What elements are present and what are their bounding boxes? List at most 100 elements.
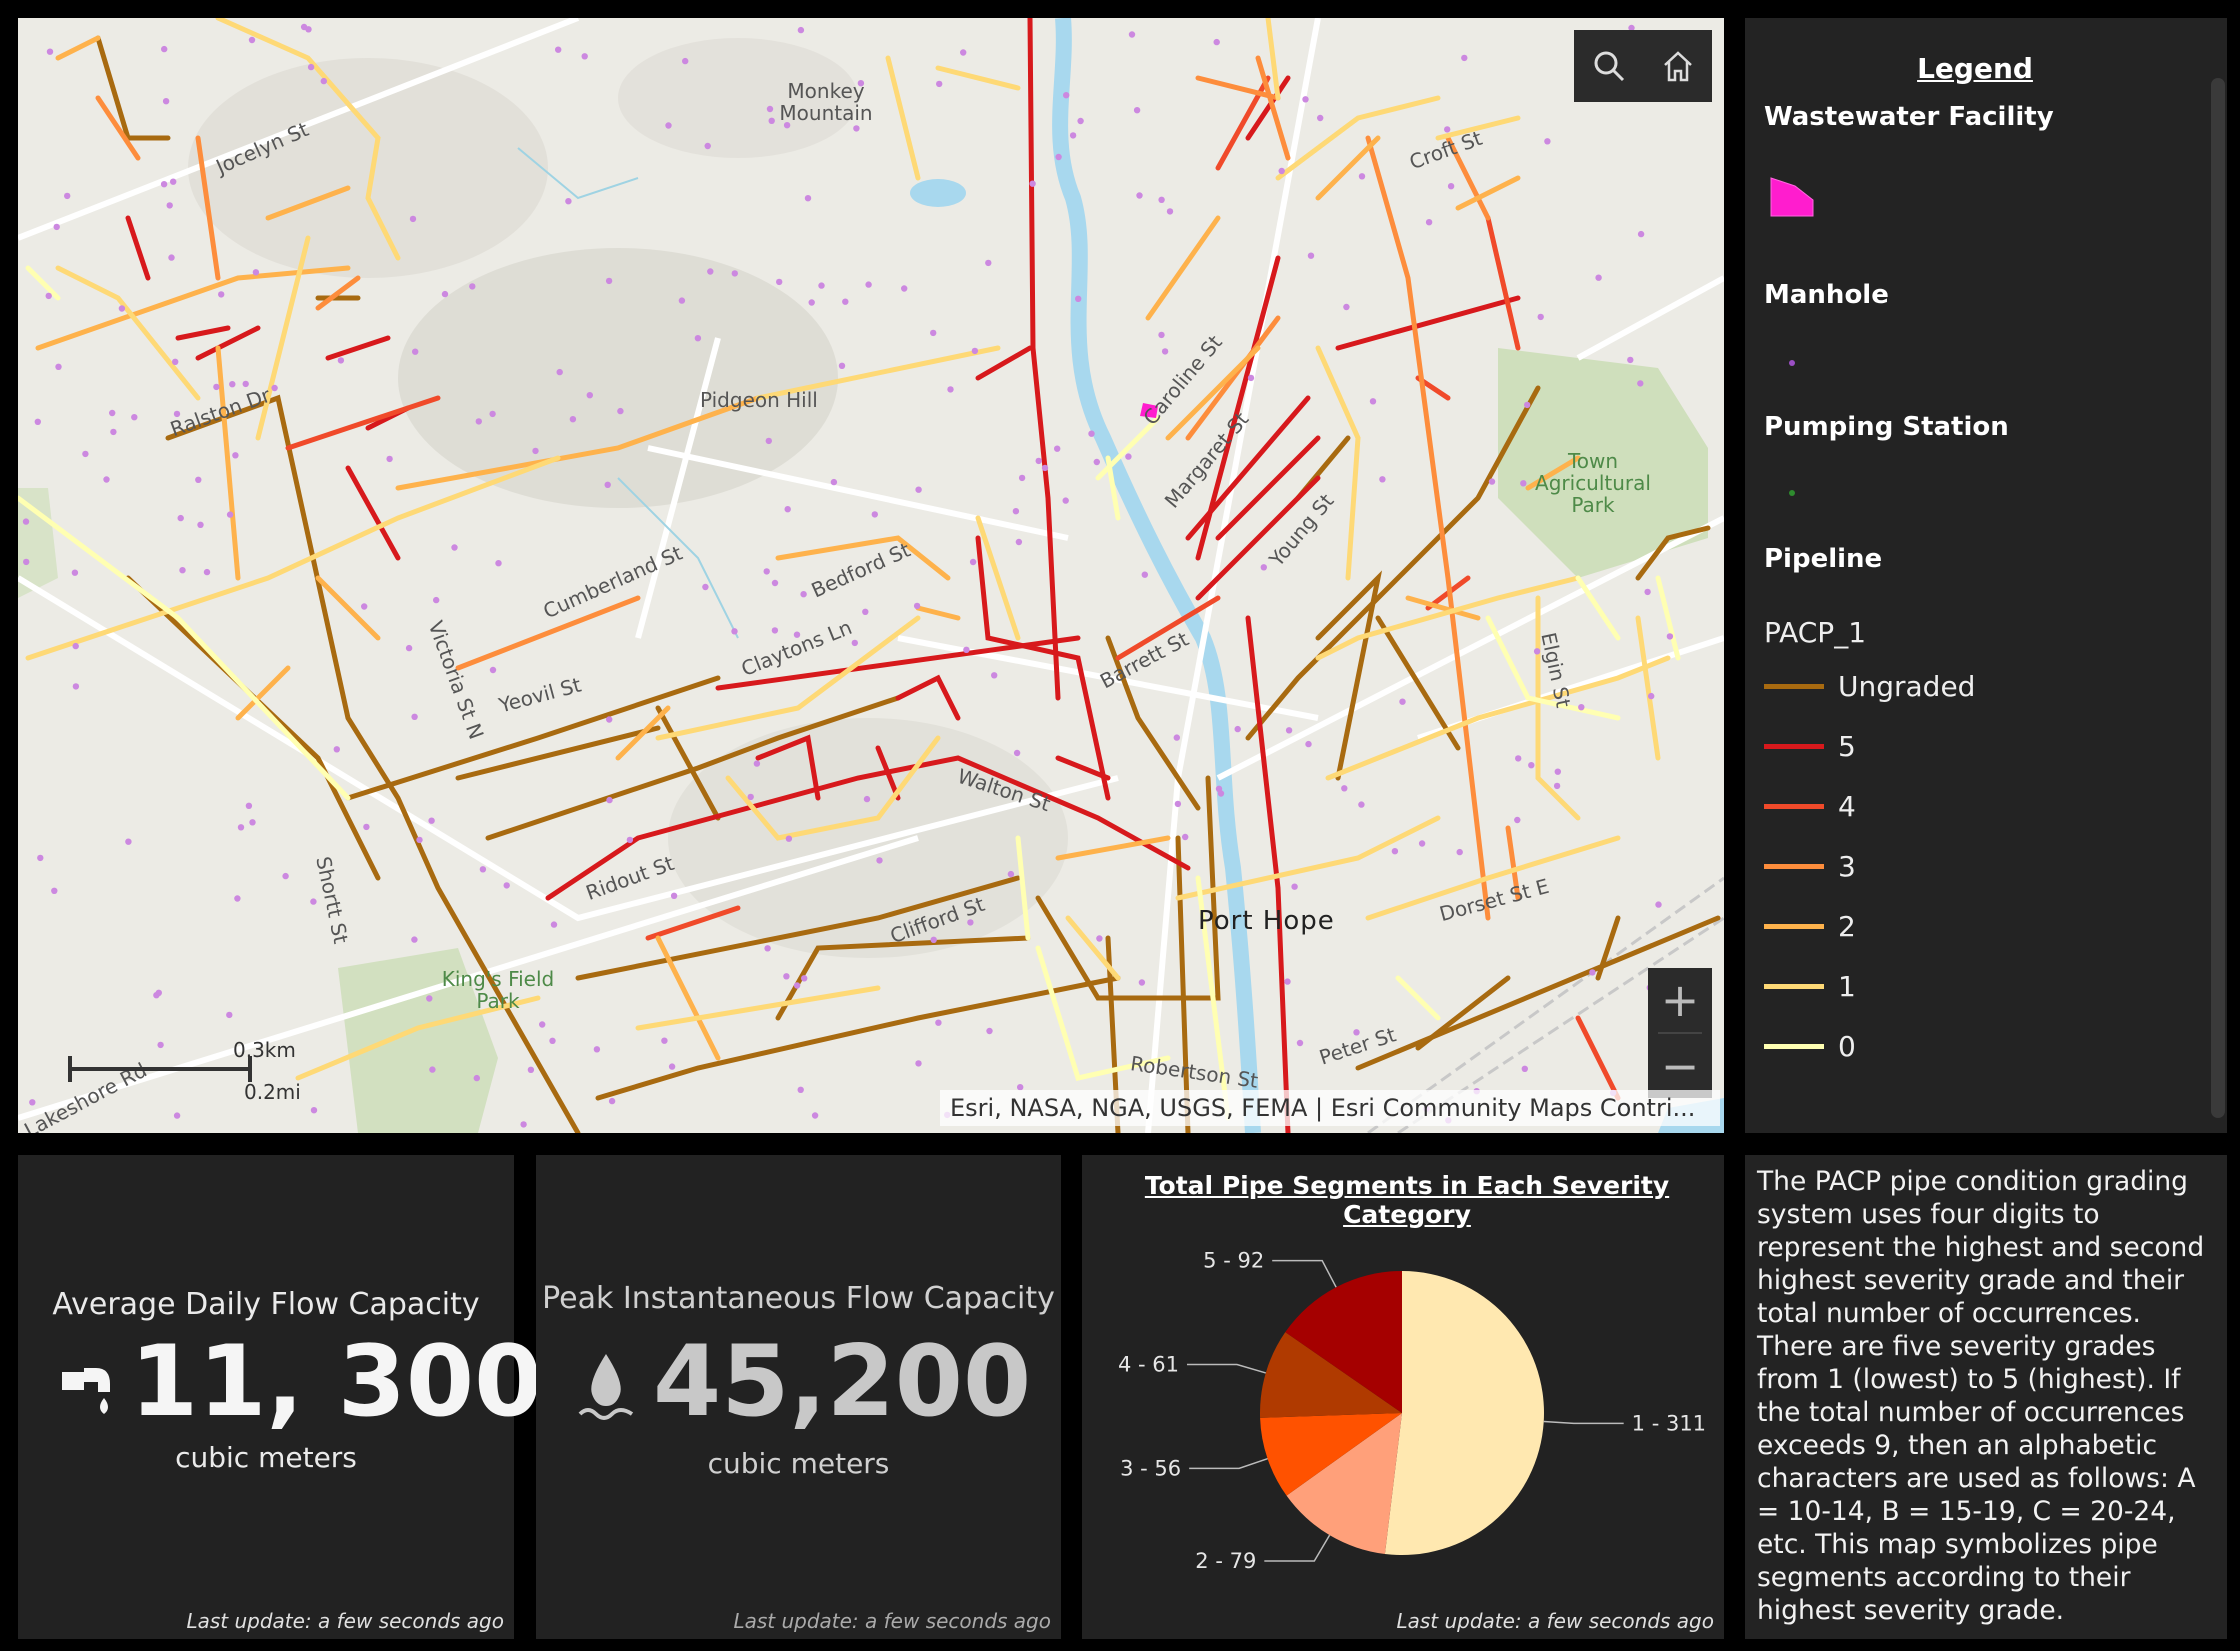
home-button[interactable] [1643, 30, 1712, 102]
manhole-dot [1158, 331, 1165, 339]
manhole-dot [930, 936, 937, 943]
manhole-dot [1595, 274, 1602, 281]
zoom-in-button[interactable]: + [1648, 968, 1712, 1032]
manhole-dot [1648, 692, 1655, 700]
manhole-dot [1041, 464, 1049, 472]
manhole-dot [678, 297, 686, 304]
manhole-dot [229, 381, 236, 388]
map-toolbar [1574, 30, 1712, 102]
manhole-dot [1096, 935, 1103, 942]
manhole-dot [1578, 704, 1585, 711]
manhole-dot [1247, 374, 1255, 382]
manhole-dot [170, 178, 177, 185]
manhole-dot [785, 835, 793, 842]
manhole-dot [1260, 564, 1268, 571]
manhole-dot [539, 1021, 546, 1028]
zoom-out-button[interactable]: − [1648, 1034, 1712, 1098]
manhole-dot [764, 945, 771, 952]
manhole-dot [177, 514, 184, 522]
manhole-dot [863, 795, 871, 803]
manhole-dot [252, 269, 260, 276]
manhole-dot [232, 452, 239, 459]
legend-scrollbar[interactable] [2211, 78, 2225, 1118]
pumping-station-symbol [1789, 490, 1795, 496]
manhole-dot [605, 277, 613, 285]
manhole-dot [747, 793, 754, 801]
manhole-dot [1418, 840, 1426, 847]
pie-leader-line [1543, 1420, 1624, 1425]
manhole-dot [226, 1011, 233, 1019]
manhole-dot [617, 407, 624, 415]
peak-flow-card: Peak Instantaneous Flow Capacity 45,200 … [536, 1155, 1061, 1639]
map-attribution[interactable]: Esri, NASA, NGA, USGS, FEMA | Esri Commu… [940, 1090, 1720, 1126]
manhole-dot [1637, 230, 1645, 238]
manhole-dot [783, 973, 790, 980]
manhole-dot [333, 746, 340, 753]
manhole-dot [162, 98, 170, 105]
manhole-dot [23, 558, 30, 566]
home-icon [1663, 51, 1692, 82]
manhole-dot [1133, 107, 1141, 114]
manhole-dot [234, 895, 241, 902]
manhole-dot [520, 1121, 527, 1128]
manhole-dot [433, 596, 440, 604]
legend-wastewater-heading: Wastewater Facility [1764, 102, 2054, 132]
manhole-dot [915, 1060, 922, 1067]
manhole-dot [871, 511, 878, 518]
manhole-dot [1035, 457, 1042, 465]
avg-daily-flow-value: 11, 300 [130, 1325, 543, 1439]
manhole-dot [776, 278, 783, 286]
manhole-dot [985, 259, 992, 267]
manhole-dot [1554, 768, 1562, 775]
manhole-dot [248, 36, 256, 44]
manhole-dot [363, 823, 370, 831]
search-button[interactable] [1574, 30, 1643, 102]
manhole-dot [731, 628, 738, 635]
map-view[interactable]: Monkey Mountain Pidgeon Hill Town Agricu… [18, 18, 1724, 1133]
pie-label: 1 - 311 [1632, 1411, 1706, 1435]
manhole-dot [125, 838, 132, 845]
pie-leader-line [1189, 1458, 1268, 1470]
pie-label: 3 - 56 [1120, 1456, 1181, 1480]
manhole-dot [489, 410, 496, 418]
legend-swatch [1764, 984, 1824, 989]
manhole-dot [532, 447, 539, 455]
manhole-dot [901, 285, 908, 292]
manhole-dot [172, 358, 179, 365]
legend-item-label: Ungraded [1838, 670, 1976, 703]
card-unit: cubic meters [707, 1447, 890, 1480]
card-last-update: Last update: a few seconds ago [186, 1609, 504, 1633]
manhole-dot [1069, 132, 1077, 139]
manhole-dot [55, 363, 62, 370]
manhole-dot [963, 646, 970, 653]
manhole-dot [1307, 252, 1315, 259]
manhole-dot [1029, 180, 1036, 187]
card-title: Peak Instantaneous Flow Capacity [542, 1281, 1055, 1316]
legend-field-label: PACP_1 [1764, 616, 1867, 649]
zoom-control: + − [1648, 968, 1712, 1098]
manhole-dot [971, 347, 979, 355]
water-drop-icon [578, 1354, 634, 1420]
manhole-dot [386, 455, 393, 463]
manhole-dot [1012, 508, 1020, 515]
label-monkey-mountain: Monkey Mountain [779, 79, 873, 125]
manhole-dot [242, 380, 249, 388]
manhole-dot [1013, 749, 1021, 757]
manhole-dot [109, 409, 116, 417]
pie-slice-1[interactable] [1384, 1271, 1545, 1555]
manhole-dot [1088, 430, 1095, 437]
manhole-dot [1007, 870, 1015, 878]
manhole-dot [1341, 785, 1348, 792]
manhole-dot [1514, 816, 1521, 824]
manhole-dot [310, 1107, 318, 1114]
manhole-dot [707, 268, 714, 275]
manhole-dot [1521, 1065, 1529, 1073]
manhole-dot [361, 603, 368, 610]
manhole-dot [753, 760, 761, 767]
manhole-dot [1173, 734, 1181, 741]
manhole-dot [72, 642, 79, 650]
manhole-dot [1296, 1039, 1304, 1047]
legend-item-label: 2 [1838, 910, 1856, 943]
manhole-dot [451, 544, 458, 551]
manhole-dot [1537, 313, 1544, 321]
